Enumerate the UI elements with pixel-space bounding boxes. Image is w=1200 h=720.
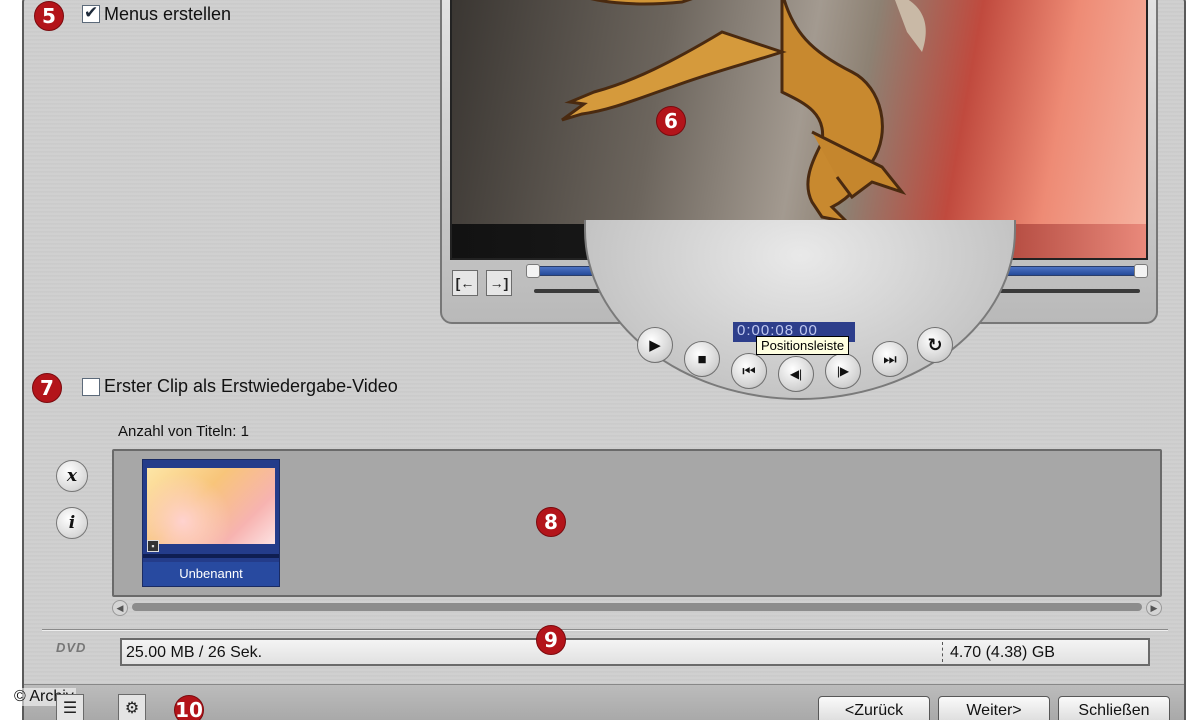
title-info-button[interactable]: i xyxy=(56,507,88,539)
skip-to-start-button[interactable]: ⏮ xyxy=(731,353,767,389)
delete-title-button[interactable]: x xyxy=(56,460,88,492)
skip-start-icon: ⏮ xyxy=(742,362,756,380)
step-back-icon: ◀| xyxy=(789,367,803,381)
position-tooltip: Positionsleiste xyxy=(756,336,850,355)
step-forward-icon: |▶ xyxy=(836,364,850,378)
marker-8: 8 xyxy=(536,507,566,537)
loop-icon: ↻ xyxy=(927,334,943,355)
disc-usage-bar: 25.00 MB / 26 Sek. 4.70 (4.38) GB xyxy=(120,638,1150,666)
marker-6: 6 xyxy=(656,106,686,136)
mark-in-button[interactable]: [← xyxy=(452,270,478,296)
list-icon: ☰ xyxy=(62,700,78,717)
disc-capacity-text: 4.70 (4.38) GB xyxy=(950,644,1055,661)
next-button[interactable]: Weiter> xyxy=(938,696,1050,720)
title-count-label: Anzahl von Titeln: 1 xyxy=(118,423,249,440)
info-icon: i xyxy=(68,513,76,533)
title-thumbnail[interactable]: ▪ Unbenannt xyxy=(142,459,280,587)
menus-checkbox-label: Menus erstellen xyxy=(104,4,232,24)
step-back-button[interactable]: ◀| xyxy=(778,356,814,392)
back-button[interactable]: <Zurück xyxy=(818,696,930,720)
skip-to-end-button[interactable]: ⏭ xyxy=(872,341,908,377)
stop-icon: ■ xyxy=(697,350,707,368)
dvd-logo: DVD xyxy=(56,640,87,655)
scroll-left-icon[interactable]: ◀ xyxy=(112,600,128,616)
separator xyxy=(42,629,1168,631)
marker-10: 10 xyxy=(174,695,204,720)
trim-end-handle[interactable] xyxy=(1134,264,1148,278)
gear-icon: ⚙ xyxy=(124,700,140,717)
thumbnail-strip xyxy=(143,554,279,558)
close-button[interactable]: Schließen xyxy=(1058,696,1170,720)
first-clip-checkbox[interactable] xyxy=(82,378,100,396)
scroll-right-icon[interactable]: ▶ xyxy=(1146,600,1162,616)
step-forward-button[interactable]: |▶ xyxy=(825,353,861,389)
list-view-button[interactable]: ☰ xyxy=(56,694,84,720)
capacity-marker xyxy=(942,642,943,662)
marker-5: 5 xyxy=(34,1,64,31)
title-name: Unbenannt xyxy=(143,562,279,586)
loop-button[interactable]: ↻ xyxy=(917,327,953,363)
first-clip-checkbox-label: Erster Clip als Erstwiedergabe-Video xyxy=(104,376,398,396)
mark-out-button[interactable]: →] xyxy=(486,270,512,296)
play-button[interactable]: ▶ xyxy=(637,327,673,363)
disc-used-text: 25.00 MB / 26 Sek. xyxy=(126,644,263,661)
marker-9: 9 xyxy=(536,625,566,655)
title-thumbnail-image xyxy=(147,468,275,544)
stop-button[interactable]: ■ xyxy=(684,341,720,377)
titles-scrollbar[interactable]: ◀ ▶ xyxy=(112,600,1162,616)
film-icon: ▪ xyxy=(147,540,159,552)
play-icon: ▶ xyxy=(649,337,661,354)
menus-checkbox[interactable] xyxy=(82,3,100,23)
skip-end-icon: ⏭ xyxy=(883,350,897,368)
close-icon: x xyxy=(66,466,78,486)
scroll-track[interactable] xyxy=(132,603,1142,611)
marker-7: 7 xyxy=(32,373,62,403)
trim-start-handle[interactable] xyxy=(526,264,540,278)
settings-button[interactable]: ⚙ xyxy=(118,694,146,720)
